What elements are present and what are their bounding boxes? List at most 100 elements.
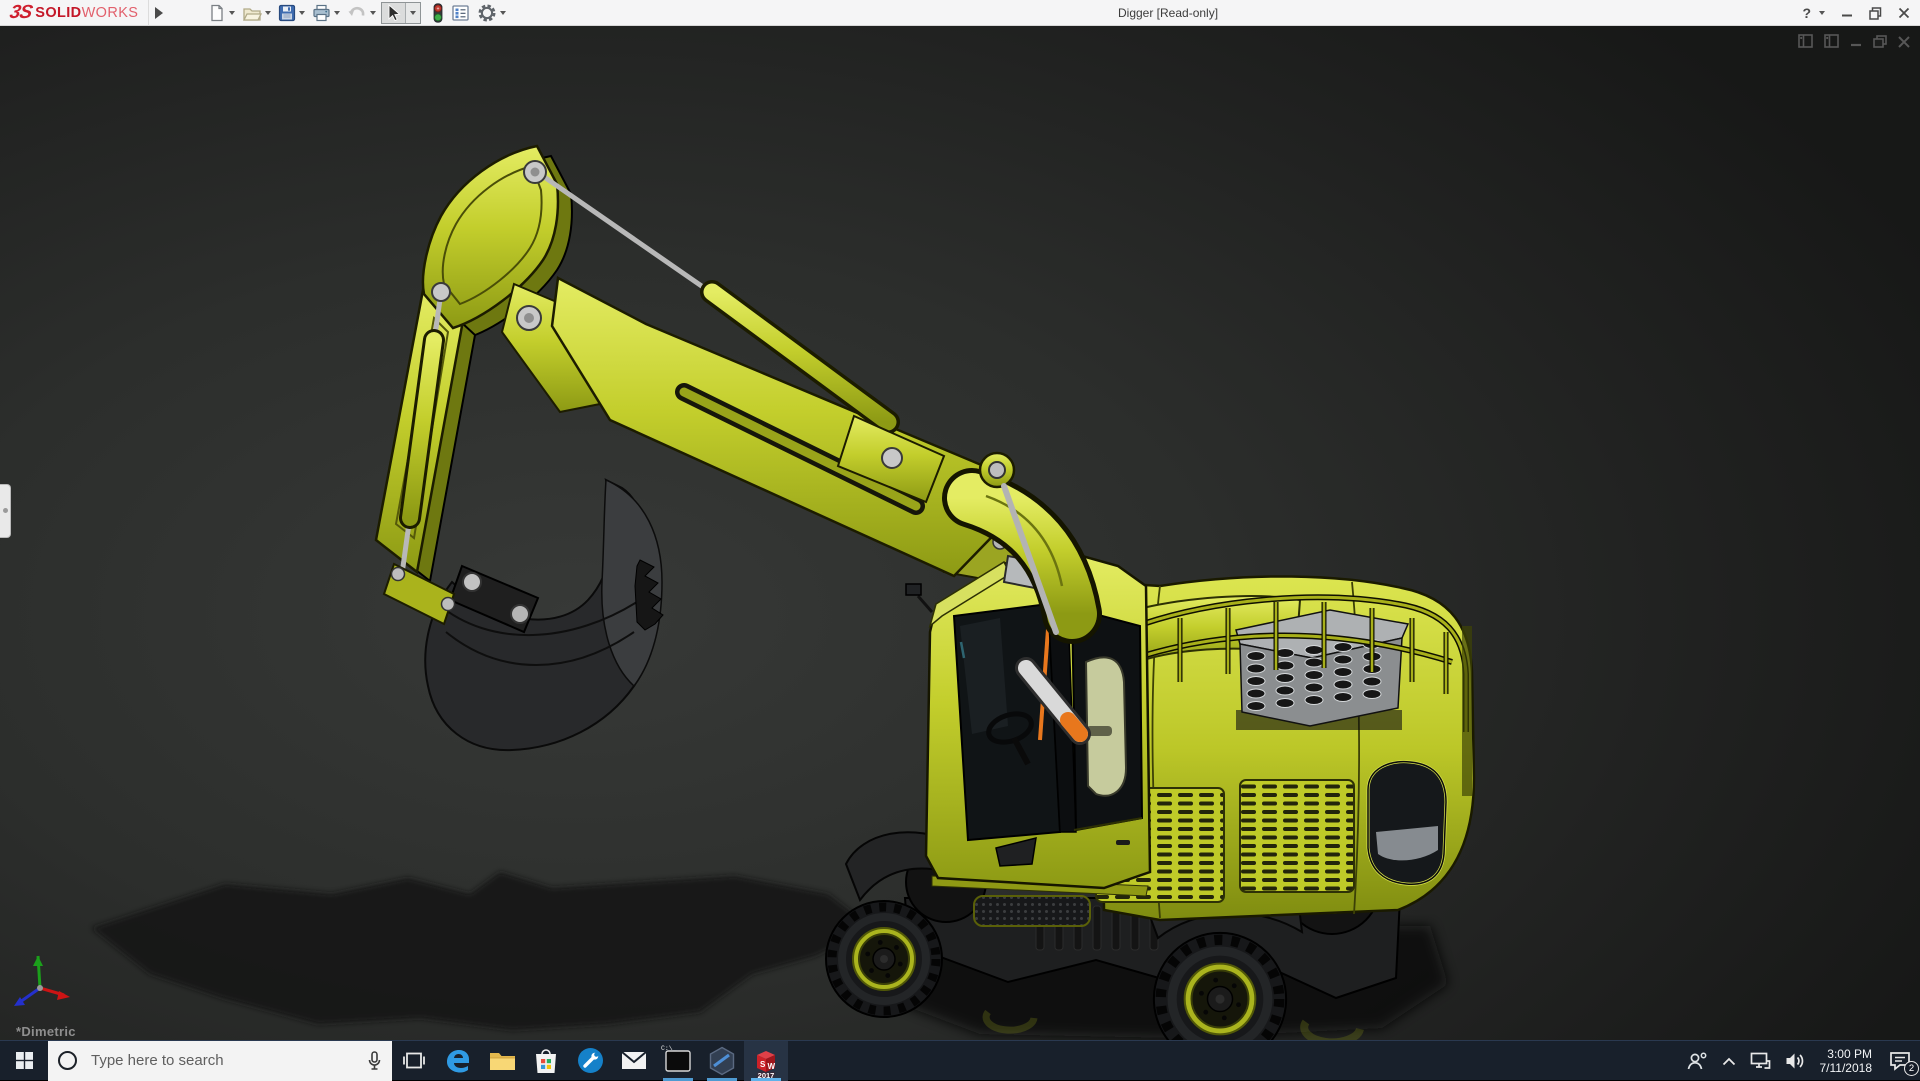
taskbar-app-command-prompt[interactable]: C:\_ (656, 1041, 700, 1081)
minimize-icon (1841, 7, 1853, 19)
running-indicator (707, 1078, 737, 1081)
document-window-controls (1798, 34, 1910, 53)
search-placeholder-text: Type here to search (91, 1052, 367, 1069)
logo-separator (148, 0, 149, 26)
taskbar-app-file-explorer[interactable] (480, 1041, 524, 1081)
help-dropdown-caret[interactable] (1819, 11, 1825, 15)
microphone-icon[interactable] (367, 1051, 382, 1071)
clock-date: 7/11/2018 (1820, 1061, 1873, 1075)
edge-icon (444, 1047, 472, 1075)
select-dropdown-caret (410, 11, 416, 15)
minimize-button[interactable] (1841, 7, 1853, 19)
chevron-up-icon (1722, 1057, 1736, 1066)
excavator-body[interactable] (826, 512, 1474, 1040)
speaker-icon (1785, 1052, 1805, 1070)
undo-dropdown-caret[interactable] (370, 11, 376, 15)
dassault-3s-logo: 3S (8, 2, 34, 24)
rebuild-button[interactable] (430, 1, 446, 25)
people-button[interactable] (1679, 1041, 1715, 1081)
restore-button[interactable] (1869, 7, 1882, 20)
new-document-icon (208, 4, 226, 22)
doc-minimize-button[interactable] (1850, 35, 1862, 53)
file-properties-icon (451, 4, 470, 22)
pane-toggle-2-button[interactable] (1824, 34, 1839, 53)
minimize-icon (1850, 36, 1862, 48)
menu-expand-arrow-icon[interactable] (155, 7, 163, 19)
open-button[interactable] (240, 1, 273, 25)
side-vent-right (1240, 780, 1354, 892)
taskbar-app-store[interactable] (524, 1041, 568, 1081)
network-button[interactable] (1743, 1041, 1778, 1081)
traffic-light-icon (432, 3, 444, 23)
orientation-triad (14, 956, 70, 1006)
select-tool-button[interactable] (381, 2, 421, 24)
start-button[interactable] (0, 1041, 48, 1081)
doc-restore-button[interactable] (1873, 35, 1887, 53)
save-button[interactable] (276, 1, 307, 25)
excavator-model[interactable] (0, 26, 1920, 1040)
pane-icon (1798, 34, 1813, 48)
print-button[interactable] (310, 1, 342, 25)
side-mirror (906, 584, 921, 595)
tray-overflow-button[interactable] (1715, 1041, 1743, 1081)
collapsed-panel-tab[interactable] (0, 484, 11, 538)
graphics-viewport[interactable]: *Dimetric (0, 26, 1920, 1040)
undo-button[interactable] (345, 1, 378, 25)
new-document-button[interactable] (206, 1, 237, 25)
open-dropdown-caret[interactable] (265, 11, 271, 15)
front-wheel (826, 901, 942, 1017)
print-dropdown-caret[interactable] (334, 11, 340, 15)
people-icon (1686, 1051, 1708, 1071)
taskbar-app-hexagon-viewer[interactable] (700, 1041, 744, 1081)
print-icon (312, 4, 331, 22)
restore-icon (1873, 35, 1887, 48)
pane-icon (1824, 34, 1839, 48)
file-properties-button[interactable] (449, 1, 472, 25)
hexagon-viewer-icon (708, 1046, 736, 1076)
select-cursor-segment[interactable] (382, 3, 405, 23)
options-button[interactable] (475, 1, 508, 25)
taskbar-app-edge[interactable] (436, 1041, 480, 1081)
panel-tab-dot-icon (3, 508, 8, 513)
doc-close-button[interactable] (1898, 35, 1910, 53)
clock[interactable]: 3:00 PM 7/11/2018 (1812, 1047, 1881, 1075)
pane-toggle-1-button[interactable] (1798, 34, 1813, 53)
action-center-button[interactable]: 2 (1880, 1041, 1920, 1081)
running-indicator-active (751, 1078, 781, 1081)
volume-button[interactable] (1778, 1041, 1812, 1081)
taskbar-app-solidworks[interactable]: S W 2017 (744, 1041, 788, 1081)
save-dropdown-caret[interactable] (299, 11, 305, 15)
clock-time: 3:00 PM (1820, 1047, 1873, 1061)
task-view-button[interactable] (392, 1041, 436, 1081)
select-dropdown-segment[interactable] (405, 3, 420, 23)
taskbar-search-input[interactable]: Type here to search (48, 1041, 392, 1081)
rear-window (1368, 762, 1446, 885)
options-gear-icon (477, 3, 497, 23)
mail-icon (621, 1051, 647, 1070)
brand-solid-text: SOLID (35, 5, 81, 21)
taskbar-app-mail[interactable] (612, 1041, 656, 1081)
open-folder-icon (242, 4, 262, 22)
help-button[interactable]: ? (1802, 5, 1811, 21)
front-step-grille (974, 896, 1090, 926)
restore-icon (1869, 7, 1882, 20)
view-orientation-label: *Dimetric (16, 1024, 76, 1039)
svg-text:W: W (768, 1062, 776, 1071)
command-prompt-icon (665, 1050, 691, 1072)
running-indicator (663, 1078, 693, 1081)
windows-taskbar: Type here to search (0, 1040, 1920, 1080)
cab[interactable] (906, 552, 1150, 888)
system-tray: 3:00 PM 7/11/2018 2 (1679, 1041, 1920, 1081)
bucket[interactable] (425, 480, 663, 750)
window-title: Digger [Read-only] (1118, 0, 1218, 26)
close-icon (1898, 36, 1910, 48)
taskbar-app-settings-tool[interactable] (568, 1041, 612, 1081)
new-dropdown-caret[interactable] (229, 11, 235, 15)
window-controls: ? (1802, 0, 1910, 26)
network-icon (1750, 1052, 1771, 1070)
options-dropdown-caret[interactable] (500, 11, 506, 15)
store-icon (534, 1048, 558, 1074)
standard-toolbar (206, 0, 508, 26)
notification-badge: 2 (1904, 1061, 1919, 1076)
close-button[interactable] (1898, 7, 1910, 19)
